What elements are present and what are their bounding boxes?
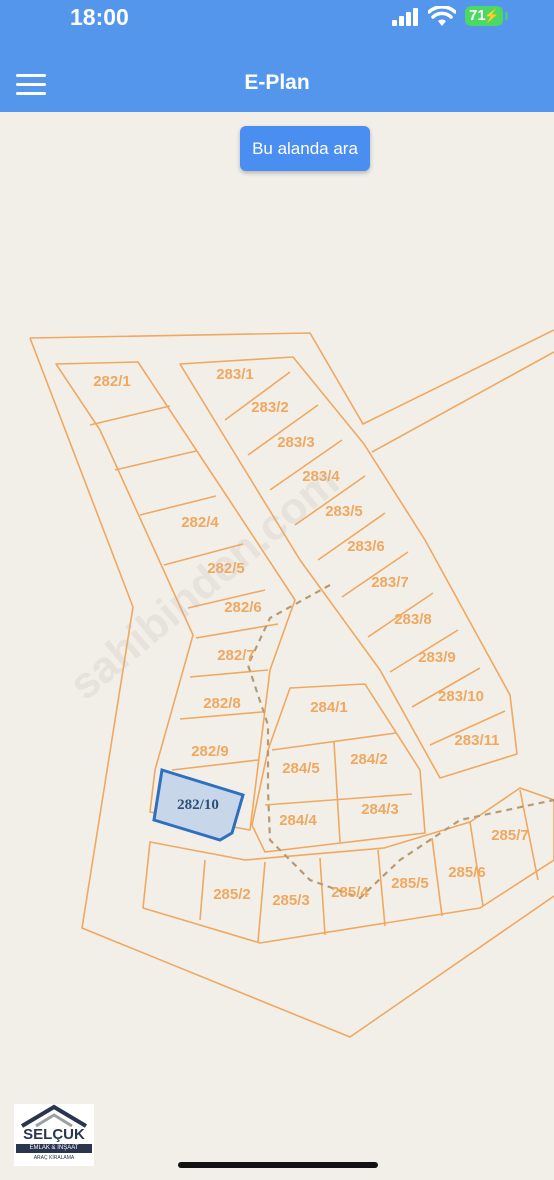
app-header: E-Plan — [0, 40, 554, 112]
parcel-label-284-2[interactable]: 284/2 — [350, 751, 388, 768]
parcel-label-283-8[interactable]: 283/8 — [394, 611, 432, 628]
parcel-label-285-4[interactable]: 285/4 — [331, 884, 369, 901]
parcel-label-284-5[interactable]: 284/5 — [282, 760, 320, 777]
parcel-label-283-3[interactable]: 283/3 — [277, 434, 315, 451]
charging-bolt-icon: ⚡ — [483, 8, 500, 23]
parcel-label-283-7[interactable]: 283/7 — [371, 574, 409, 591]
parcel-label-283-9[interactable]: 283/9 — [418, 649, 456, 666]
parcel-label-283-6[interactable]: 283/6 — [347, 538, 385, 555]
parcel-label-285-5[interactable]: 285/5 — [391, 875, 429, 892]
parcel-label-282-7[interactable]: 282/7 — [217, 647, 255, 664]
parcel-label-285-2[interactable]: 285/2 — [213, 886, 251, 903]
battery-indicator: 71 ⚡ — [465, 6, 503, 26]
parcel-label-284-1[interactable]: 284/1 — [310, 699, 348, 716]
logo-line1: EMLAK & İNŞAAT — [16, 1144, 92, 1153]
cellular-signal-icon — [392, 8, 418, 26]
status-bar: 18:00 71 ⚡ — [0, 0, 554, 40]
parcel-label-282-4[interactable]: 282/4 — [181, 514, 219, 531]
parcel-label-285-6[interactable]: 285/6 — [448, 864, 486, 881]
page-title: E-Plan — [244, 71, 310, 94]
parcel-label-285-7[interactable]: 285/7 — [491, 827, 529, 844]
parcel-label-284-4[interactable]: 284/4 — [279, 812, 317, 829]
parcel-label-283-11[interactable]: 283/11 — [454, 732, 499, 749]
parcel-map-canvas[interactable]: 282/10 282/1282/4282/5282/6282/7282/8282… — [0, 112, 554, 1180]
parcel-label-282-9[interactable]: 282/9 — [191, 743, 229, 760]
parcel-label-282-8[interactable]: 282/8 — [203, 695, 241, 712]
parcel-label-282-1[interactable]: 282/1 — [93, 373, 131, 390]
parcel-label-283-2[interactable]: 283/2 — [251, 399, 289, 416]
parcel-label-283-1[interactable]: 283/1 — [216, 366, 254, 383]
battery-tip — [505, 12, 508, 20]
status-time: 18:00 — [70, 4, 129, 30]
logo-name: SELÇUK — [23, 1126, 85, 1143]
house-roof-icon — [20, 1104, 88, 1128]
parcel-label-283-10[interactable]: 283/10 — [438, 688, 484, 705]
parcel-label-285-3[interactable]: 285/3 — [272, 892, 310, 909]
logo-line2: ARAÇ KİRALAMA — [33, 1155, 75, 1161]
parcel-map[interactable]: 282/10 282/1 282/4 282/5 282/6 282/7 282/8 282… — [0, 112, 554, 1180]
parcel-label-284-3[interactable]: 284/3 — [361, 801, 399, 818]
parcel-label-282-6[interactable]: 282/6 — [224, 599, 262, 616]
home-indicator[interactable] — [178, 1162, 378, 1168]
selected-parcel-label[interactable]: 282/10 — [177, 797, 219, 813]
selcuk-logo: SELÇUK EMLAK & İNŞAAT ARAÇ KİRALAMA — [14, 1104, 94, 1166]
search-this-area-button[interactable]: Bu alanda ara — [240, 126, 370, 171]
wifi-icon — [428, 6, 456, 26]
